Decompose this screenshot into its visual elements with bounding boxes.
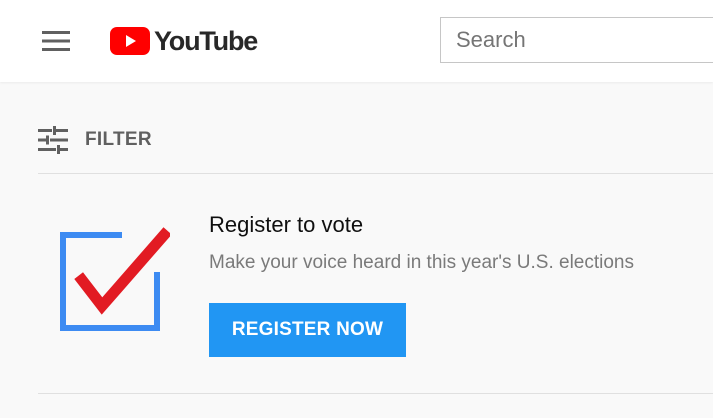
ballot-checkmark-icon [60, 227, 170, 331]
filter-label: FILTER [85, 129, 152, 150]
youtube-play-icon [110, 27, 150, 55]
logo-wordmark: YouTube [154, 26, 258, 56]
search-input[interactable] [441, 26, 713, 54]
promo-subtitle: Make your voice heard in this year's U.S… [209, 252, 634, 273]
youtube-logo[interactable]: YouTube [110, 26, 258, 56]
divider [38, 173, 713, 174]
divider [38, 393, 713, 394]
filter-button[interactable]: FILTER [38, 118, 152, 162]
guide-menu-button[interactable] [36, 25, 76, 57]
tune-sliders-icon [38, 126, 68, 154]
promo-title: Register to vote [209, 212, 364, 237]
masthead: YouTube [0, 0, 713, 82]
search-box[interactable] [440, 17, 713, 63]
register-now-button[interactable]: REGISTER NOW [209, 303, 406, 357]
hamburger-menu-icon [42, 31, 70, 51]
